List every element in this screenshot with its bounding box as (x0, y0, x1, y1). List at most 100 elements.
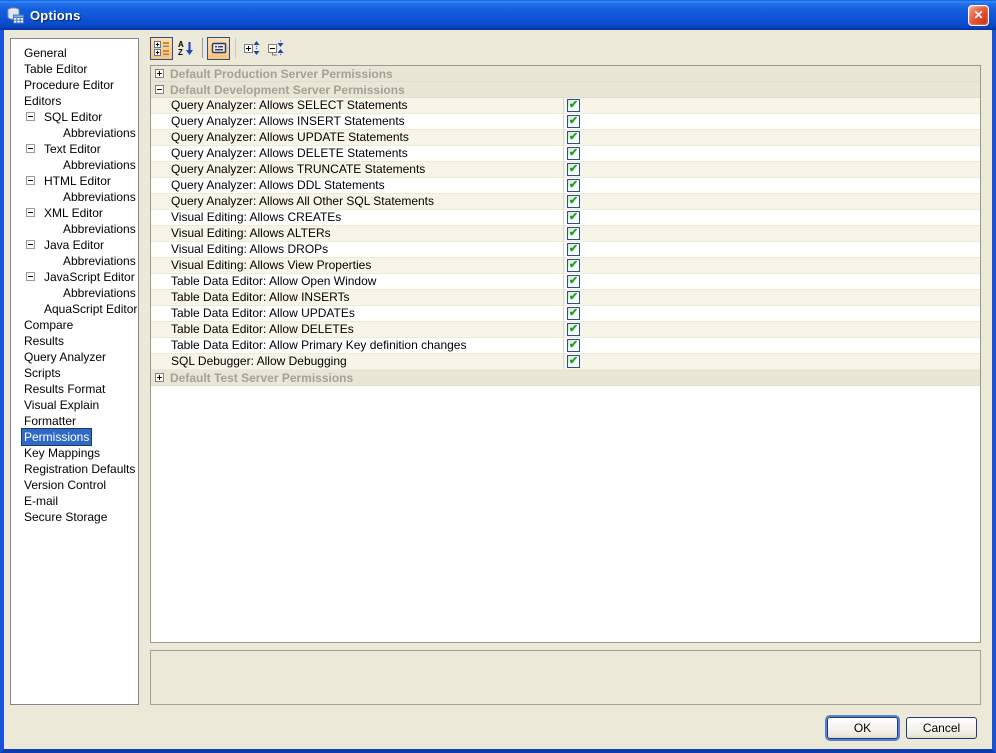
sidebar-item-java-editor[interactable]: Java Editor (11, 237, 138, 253)
sidebar-item-permissions[interactable]: Permissions (11, 429, 138, 445)
checkbox-checked-icon[interactable]: ✔ (567, 163, 580, 176)
sidebar-item-query-analyzer[interactable]: Query Analyzer (11, 349, 138, 365)
checkbox-checked-icon[interactable]: ✔ (567, 179, 580, 192)
permission-value-cell: ✔ (564, 306, 980, 321)
sidebar-item-label[interactable]: Text Editor (42, 141, 103, 157)
tree-collapse-icon[interactable] (26, 208, 35, 217)
close-button[interactable]: ✕ (968, 5, 989, 26)
sidebar-item-javascript-editor[interactable]: JavaScript Editor (11, 269, 138, 285)
tree-collapse-icon[interactable] (26, 176, 35, 185)
sidebar-item-compare[interactable]: Compare (11, 317, 138, 333)
expand-all-button[interactable] (240, 37, 263, 60)
checkbox-checked-icon[interactable]: ✔ (567, 339, 580, 352)
sidebar-item-label[interactable]: Abbreviations (61, 285, 138, 301)
collapse-all-button[interactable] (264, 37, 287, 60)
checkbox-checked-icon[interactable]: ✔ (567, 307, 580, 320)
sidebar-item-html-editor[interactable]: HTML Editor (11, 173, 138, 189)
dialog-body: General Table Editor Procedure Editor Edito… (4, 30, 992, 749)
sidebar-item-text-editor[interactable]: Text Editor (11, 141, 138, 157)
checkbox-checked-icon[interactable]: ✔ (567, 147, 580, 160)
checkbox-checked-icon[interactable]: ✔ (567, 99, 580, 112)
checkbox-checked-icon[interactable]: ✔ (567, 115, 580, 128)
sidebar-item-results-format[interactable]: Results Format (11, 381, 138, 397)
tree-collapse-icon[interactable] (26, 272, 35, 281)
show-descriptions-button[interactable] (207, 36, 230, 60)
sidebar-item-label[interactable]: Table Editor (22, 61, 89, 77)
sidebar-item-label[interactable]: Abbreviations (61, 253, 138, 269)
sidebar-item-label[interactable]: Abbreviations (61, 189, 138, 205)
sidebar-item-secure-storage[interactable]: Secure Storage (11, 509, 138, 525)
sidebar-item-results[interactable]: Results (11, 333, 138, 349)
sidebar-item-abbreviations[interactable]: Abbreviations (11, 221, 138, 237)
sidebar-item-label[interactable]: Query Analyzer (22, 349, 108, 365)
sidebar-item-label[interactable]: HTML Editor (42, 173, 113, 189)
sidebar-item-label[interactable]: AquaScript Editor (42, 301, 138, 317)
collapse-icon[interactable] (155, 85, 164, 94)
category-row-default-test-server-permissions[interactable]: Default Test Server Permissions (151, 370, 980, 386)
checkbox-checked-icon[interactable]: ✔ (567, 323, 580, 336)
checkbox-checked-icon[interactable]: ✔ (567, 275, 580, 288)
sidebar-item-abbreviations[interactable]: Abbreviations (11, 285, 138, 301)
sidebar-item-abbreviations[interactable]: Abbreviations (11, 125, 138, 141)
sidebar-item-label[interactable]: Results Format (22, 381, 107, 397)
sidebar-item-abbreviations[interactable]: Abbreviations (11, 189, 138, 205)
sidebar-item-table-editor[interactable]: Table Editor (11, 61, 138, 77)
permission-row: Table Data Editor: Allow INSERTs ✔ (151, 290, 980, 306)
sidebar-item-version-control[interactable]: Version Control (11, 477, 138, 493)
sidebar-item-abbreviations[interactable]: Abbreviations (11, 253, 138, 269)
sidebar-item-label[interactable]: Editors (22, 93, 63, 109)
sidebar-item-label[interactable]: Compare (22, 317, 75, 333)
sidebar-item-editors[interactable]: Editors (11, 93, 138, 109)
sidebar-item-label[interactable]: JavaScript Editor (42, 269, 137, 285)
sidebar-item-label[interactable]: Permissions (22, 429, 92, 445)
sidebar-item-label[interactable]: XML Editor (42, 205, 105, 221)
sidebar-item-label[interactable]: Procedure Editor (22, 77, 116, 93)
sidebar-item-sql-editor[interactable]: SQL Editor (11, 109, 138, 125)
sidebar-item-label[interactable]: Abbreviations (61, 125, 138, 141)
sidebar-item-procedure-editor[interactable]: Procedure Editor (11, 77, 138, 93)
sidebar-item-xml-editor[interactable]: XML Editor (11, 205, 138, 221)
sidebar-item-general[interactable]: General (11, 45, 138, 61)
sidebar-item-key-mappings[interactable]: Key Mappings (11, 445, 138, 461)
sort-alphabetical-button[interactable]: A Z (174, 37, 197, 60)
category-row-default-production-server-permissions[interactable]: Default Production Server Permissions (151, 66, 980, 82)
checkbox-checked-icon[interactable]: ✔ (567, 131, 580, 144)
expand-icon[interactable] (155, 373, 164, 382)
sidebar-item-abbreviations[interactable]: Abbreviations (11, 157, 138, 173)
sidebar-item-label[interactable]: General (22, 45, 69, 61)
sidebar-item-aquascript-editor[interactable]: AquaScript Editor (11, 301, 138, 317)
checkbox-checked-icon[interactable]: ✔ (567, 227, 580, 240)
sidebar-item-registration-defaults[interactable]: Registration Defaults (11, 461, 138, 477)
checkbox-checked-icon[interactable]: ✔ (567, 355, 580, 368)
sidebar-item-label[interactable]: Key Mappings (22, 445, 102, 461)
sidebar-item-label[interactable]: Formatter (22, 413, 78, 429)
sidebar-item-formatter[interactable]: Formatter (11, 413, 138, 429)
checkbox-checked-icon[interactable]: ✔ (567, 195, 580, 208)
sidebar-item-label[interactable]: Abbreviations (61, 221, 138, 237)
sidebar-item-label[interactable]: Results (22, 333, 66, 349)
checkbox-checked-icon[interactable]: ✔ (567, 291, 580, 304)
sidebar-item-label[interactable]: Java Editor (42, 237, 106, 253)
sidebar-item-label[interactable]: Scripts (22, 365, 63, 381)
sidebar-item-label[interactable]: E-mail (22, 493, 60, 509)
categorized-view-button[interactable] (150, 36, 173, 60)
tree-collapse-icon[interactable] (26, 144, 35, 153)
sidebar-item-label[interactable]: Abbreviations (61, 157, 138, 173)
sidebar-item-label[interactable]: Visual Explain (22, 397, 101, 413)
expand-icon[interactable] (155, 69, 164, 78)
sidebar-item-label[interactable]: Registration Defaults (22, 461, 137, 477)
category-row-default-development-server-permissions[interactable]: Default Development Server Permissions (151, 82, 980, 98)
sidebar-item-label[interactable]: Secure Storage (22, 509, 109, 525)
checkbox-checked-icon[interactable]: ✔ (567, 211, 580, 224)
checkbox-checked-icon[interactable]: ✔ (567, 259, 580, 272)
cancel-button[interactable]: Cancel (906, 717, 977, 739)
checkbox-checked-icon[interactable]: ✔ (567, 243, 580, 256)
sidebar-item-label[interactable]: Version Control (22, 477, 108, 493)
tree-collapse-icon[interactable] (26, 240, 35, 249)
sidebar-item-label[interactable]: SQL Editor (42, 109, 104, 125)
sidebar-item-visual-explain[interactable]: Visual Explain (11, 397, 138, 413)
ok-button[interactable]: OK (827, 717, 898, 739)
sidebar-item-e-mail[interactable]: E-mail (11, 493, 138, 509)
sidebar-item-scripts[interactable]: Scripts (11, 365, 138, 381)
tree-collapse-icon[interactable] (26, 112, 35, 121)
